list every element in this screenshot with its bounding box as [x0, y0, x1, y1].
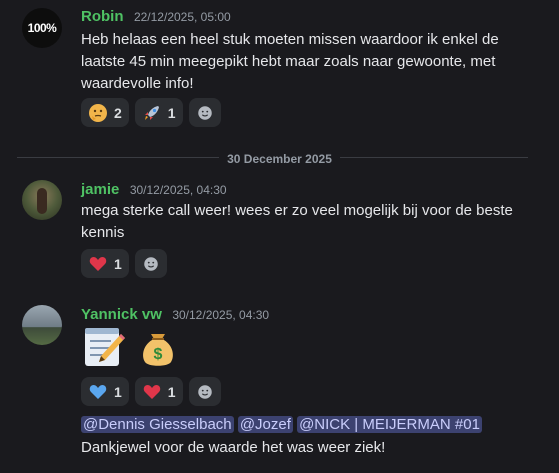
date-divider: 30 December 2025	[219, 152, 340, 166]
mentions-line: @Dennis Giesselbach @Jozef @NICK | MEIJE…	[81, 414, 539, 436]
add-reaction-icon	[197, 384, 212, 399]
message-text: Heb helaas een heel stuk moeten missen w…	[81, 31, 499, 92]
memo-icon	[85, 328, 125, 366]
money-bag-icon: $	[143, 334, 173, 366]
avatar-logo-text: 100%	[27, 21, 57, 35]
reaction-count: 1	[114, 255, 122, 272]
big-emoji-row: $	[81, 324, 181, 370]
red-heart-icon	[89, 256, 107, 271]
add-reaction-button[interactable]	[188, 377, 221, 406]
reaction-thinking-face[interactable]: 2	[81, 98, 129, 127]
message-text: mega sterke call weer! wees er zo veel m…	[81, 202, 513, 241]
avatar[interactable]	[22, 305, 62, 345]
reaction-count: 2	[114, 104, 122, 121]
reactions-bar: 2 1	[81, 98, 221, 127]
avatar-figure	[37, 188, 47, 214]
add-reaction-button[interactable]	[188, 98, 221, 127]
reaction-count: 1	[114, 383, 122, 400]
reactions-bar: 1 1	[81, 377, 221, 406]
add-reaction-icon	[197, 105, 212, 120]
username[interactable]: Robin	[81, 8, 124, 25]
username[interactable]: jamie	[81, 181, 119, 198]
username[interactable]: Yannick vw	[81, 306, 162, 323]
reaction-count: 1	[167, 383, 176, 400]
reaction-count: 1	[167, 104, 176, 121]
reaction-red-heart[interactable]: 1	[81, 249, 129, 278]
avatar[interactable]: 100%	[22, 8, 62, 48]
rocket-icon	[144, 105, 159, 120]
reaction-blue-heart[interactable]: 1	[81, 377, 129, 406]
mention-jozef[interactable]: @Jozef	[237, 416, 293, 433]
add-reaction-button[interactable]	[134, 249, 167, 278]
mention-dennis[interactable]: @Dennis Giesselbach	[81, 416, 234, 433]
mention-nick[interactable]: @NICK | MEIJERMAN #01	[297, 416, 482, 433]
thinking-face-icon	[89, 103, 107, 122]
add-reaction-icon	[144, 256, 158, 271]
red-heart-icon	[143, 384, 161, 399]
timestamp: 30/12/2025, 04:30	[172, 308, 270, 322]
timestamp: 22/12/2025, 05:00	[133, 10, 231, 24]
reactions-bar: 1	[81, 249, 167, 278]
timestamp: 30/12/2025, 04:30	[129, 183, 227, 197]
avatar[interactable]	[22, 180, 62, 220]
blue-heart-icon	[89, 384, 107, 399]
message-text: Dankjewel voor de waarde het was weer zi…	[81, 439, 386, 456]
reaction-rocket[interactable]: 1	[134, 98, 183, 127]
reaction-red-heart[interactable]: 1	[134, 377, 183, 406]
svg-text:$: $	[154, 346, 163, 363]
